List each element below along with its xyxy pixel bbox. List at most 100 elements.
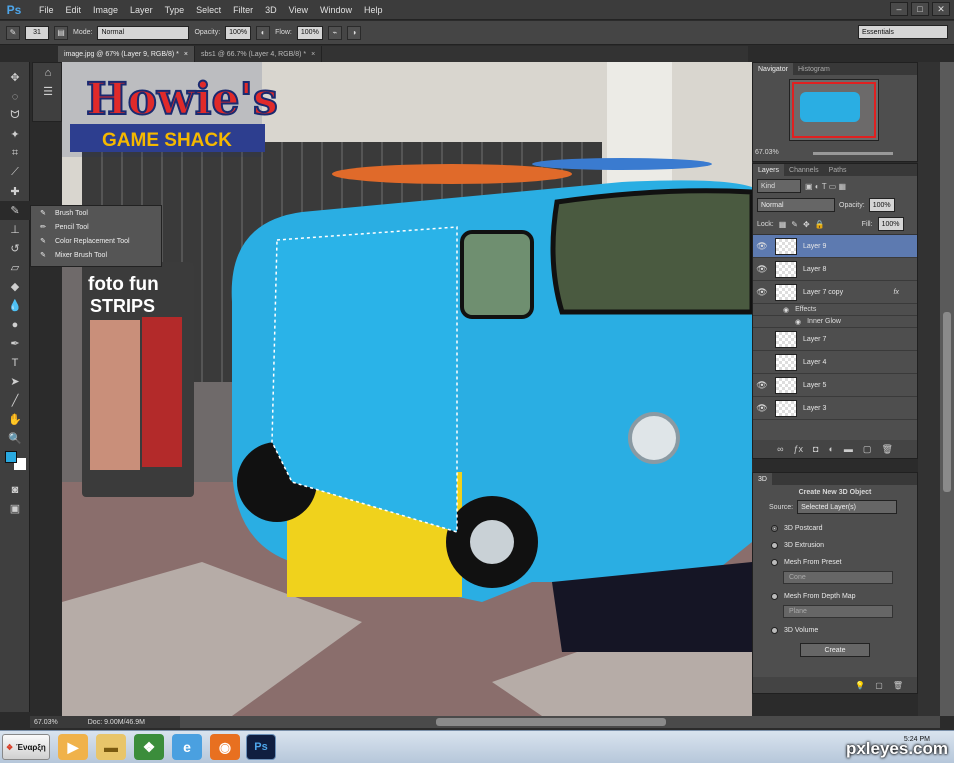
properties-panel-icon[interactable]: ☰	[33, 82, 63, 101]
visibility-eye-icon[interactable]: 👁	[753, 380, 771, 391]
navigator-thumbnail[interactable]	[789, 79, 879, 141]
layer-opacity-input[interactable]: 100%	[868, 198, 895, 212]
option-3d-extrusion[interactable]: 3D Extrusion	[753, 537, 917, 554]
flyout-pencil-tool[interactable]: ✏ Pencil Tool	[31, 220, 161, 234]
option-mesh-from-depth-map[interactable]: Mesh From Depth Map	[753, 588, 917, 605]
new-3d-icon[interactable]: ▢	[875, 681, 883, 690]
crop-tool-icon[interactable]: ⌗	[0, 144, 30, 163]
tab-channels[interactable]: Channels	[784, 164, 824, 176]
close-icon[interactable]: ×	[311, 51, 315, 58]
menu-view[interactable]: View	[283, 5, 314, 15]
brush-tool-icon[interactable]: ✎	[0, 201, 30, 220]
brush-preset-icon[interactable]: ✎	[6, 25, 20, 40]
layer-row[interactable]: Layer 7	[753, 328, 917, 351]
navigator-zoom-slider[interactable]	[813, 152, 893, 155]
minimize-button[interactable]: –	[890, 2, 908, 16]
move-tool-icon[interactable]: ✥	[0, 68, 30, 87]
menu-filter[interactable]: Filter	[227, 5, 259, 15]
blur-tool-icon[interactable]: 💧	[0, 296, 30, 315]
tab-sbs1[interactable]: sbs1 @ 66.7% (Layer 4, RGB/8) * ×	[195, 46, 323, 62]
layer-row[interactable]: 👁 Layer 8	[753, 258, 917, 281]
layer-row[interactable]: 👁 Layer 7 copy fx	[753, 281, 917, 304]
vertical-scrollbar-thumb[interactable]	[943, 312, 951, 492]
layer-row[interactable]: 👁 Layer 5	[753, 374, 917, 397]
document-canvas[interactable]: Howie's GAME SHACK foto fun STRIPS	[62, 62, 752, 716]
lock-transparent-icon[interactable]: ▦	[779, 220, 787, 229]
clone-stamp-tool-icon[interactable]: ⊥	[0, 220, 30, 239]
radio[interactable]	[771, 542, 778, 549]
layer-name[interactable]: Layer 3	[803, 405, 826, 412]
quick-select-tool-icon[interactable]: ✦	[0, 125, 30, 144]
explorer-icon[interactable]: ▬	[96, 734, 126, 760]
effects-row[interactable]: ◉ Effects	[753, 304, 917, 316]
visibility-eye-icon[interactable]: 👁	[753, 241, 771, 252]
flyout-brush-tool[interactable]: ✎ Brush Tool	[31, 206, 161, 220]
horizontal-scrollbar[interactable]	[62, 716, 940, 728]
tab-3d[interactable]: 3D	[753, 473, 772, 485]
delete-layer-icon[interactable]: 🗑	[881, 444, 892, 455]
radio[interactable]	[771, 559, 778, 566]
option-3d-postcard[interactable]: 3D Postcard	[753, 520, 917, 537]
windows-icon[interactable]: ❖	[134, 734, 164, 760]
zoom-readout[interactable]: 67.03%	[34, 719, 58, 726]
flyout-color-replacement-tool[interactable]: ✎ Color Replacement Tool	[31, 234, 161, 248]
media-player-icon[interactable]: ▶	[58, 734, 88, 760]
dodge-tool-icon[interactable]: ●	[0, 315, 30, 334]
lasso-tool-icon[interactable]: ᗢ	[0, 106, 30, 125]
layer-row[interactable]: 👁 Layer 3	[753, 397, 917, 420]
photoshop-taskbar-icon[interactable]: Ps	[246, 734, 276, 760]
flyout-mixer-brush-tool[interactable]: ✎ Mixer Brush Tool	[31, 248, 161, 262]
radio-selected[interactable]	[771, 525, 778, 532]
tab-histogram[interactable]: Histogram	[793, 63, 835, 75]
quick-mask-icon[interactable]: ◙	[0, 480, 30, 499]
pen-tool-icon[interactable]: ✒	[0, 334, 30, 353]
delete-icon[interactable]: 🗑	[893, 681, 903, 690]
layer-name[interactable]: Layer 9	[803, 243, 826, 250]
internet-explorer-icon[interactable]: e	[172, 734, 202, 760]
lock-all-icon[interactable]: 🔒	[815, 220, 825, 229]
fill-input[interactable]: 100%	[877, 217, 904, 231]
preset-select[interactable]: Cone	[783, 571, 893, 584]
layer-name[interactable]: Layer 4	[803, 359, 826, 366]
foreground-color-swatch[interactable]	[5, 451, 17, 463]
close-button[interactable]: ✕	[932, 2, 950, 16]
opacity-input[interactable]: 100%	[225, 25, 252, 40]
history-panel-icon[interactable]: ⌂	[33, 63, 63, 82]
depth-map-select[interactable]: Plane	[783, 605, 893, 618]
marquee-tool-icon[interactable]: ◌	[0, 87, 30, 106]
eye-icon[interactable]: ◉	[783, 306, 789, 314]
menu-edit[interactable]: Edit	[60, 5, 88, 15]
brush-size-picker[interactable]: 31	[25, 25, 49, 40]
eye-icon[interactable]: ◉	[795, 318, 801, 326]
paint-bucket-tool-icon[interactable]: ◆	[0, 277, 30, 296]
create-button[interactable]: Create	[800, 643, 870, 657]
opacity-pressure-icon[interactable]: ◐	[256, 25, 271, 40]
layer-row[interactable]: 👁 Layer 9	[753, 235, 917, 258]
start-button[interactable]: ❖ Έναρξη	[2, 734, 50, 760]
radio[interactable]	[771, 627, 778, 634]
tab-paths[interactable]: Paths	[824, 164, 852, 176]
new-layer-icon[interactable]: ▢	[863, 444, 872, 455]
flow-input[interactable]: 100%	[296, 25, 323, 40]
menu-file[interactable]: File	[33, 5, 60, 15]
firefox-icon[interactable]: ◉	[210, 734, 240, 760]
menu-image[interactable]: Image	[87, 5, 124, 15]
type-tool-icon[interactable]: T	[0, 353, 30, 372]
size-pressure-icon[interactable]: ◑	[346, 25, 361, 40]
layer-name[interactable]: Layer 7 copy	[803, 289, 843, 296]
layer-effects-icon[interactable]: fx	[894, 289, 899, 296]
option-mesh-from-preset[interactable]: Mesh From Preset	[753, 554, 917, 571]
layer-row[interactable]: Layer 4	[753, 351, 917, 374]
add-style-icon[interactable]: ƒx	[794, 444, 804, 454]
workspace-select[interactable]: Essentials	[858, 25, 948, 39]
lock-position-icon[interactable]: ✥	[803, 220, 810, 229]
healing-brush-tool-icon[interactable]: ✚	[0, 182, 30, 201]
airbrush-icon[interactable]: ⌁	[327, 25, 342, 40]
brush-panel-toggle-icon[interactable]: ▤	[54, 25, 68, 40]
menu-select[interactable]: Select	[190, 5, 227, 15]
light-icon[interactable]: 💡	[855, 681, 865, 690]
hand-tool-icon[interactable]: ✋	[0, 410, 30, 429]
maximize-button[interactable]: □	[911, 2, 929, 16]
layer-name[interactable]: Layer 7	[803, 336, 826, 343]
mode-select[interactable]: Normal	[97, 25, 190, 40]
